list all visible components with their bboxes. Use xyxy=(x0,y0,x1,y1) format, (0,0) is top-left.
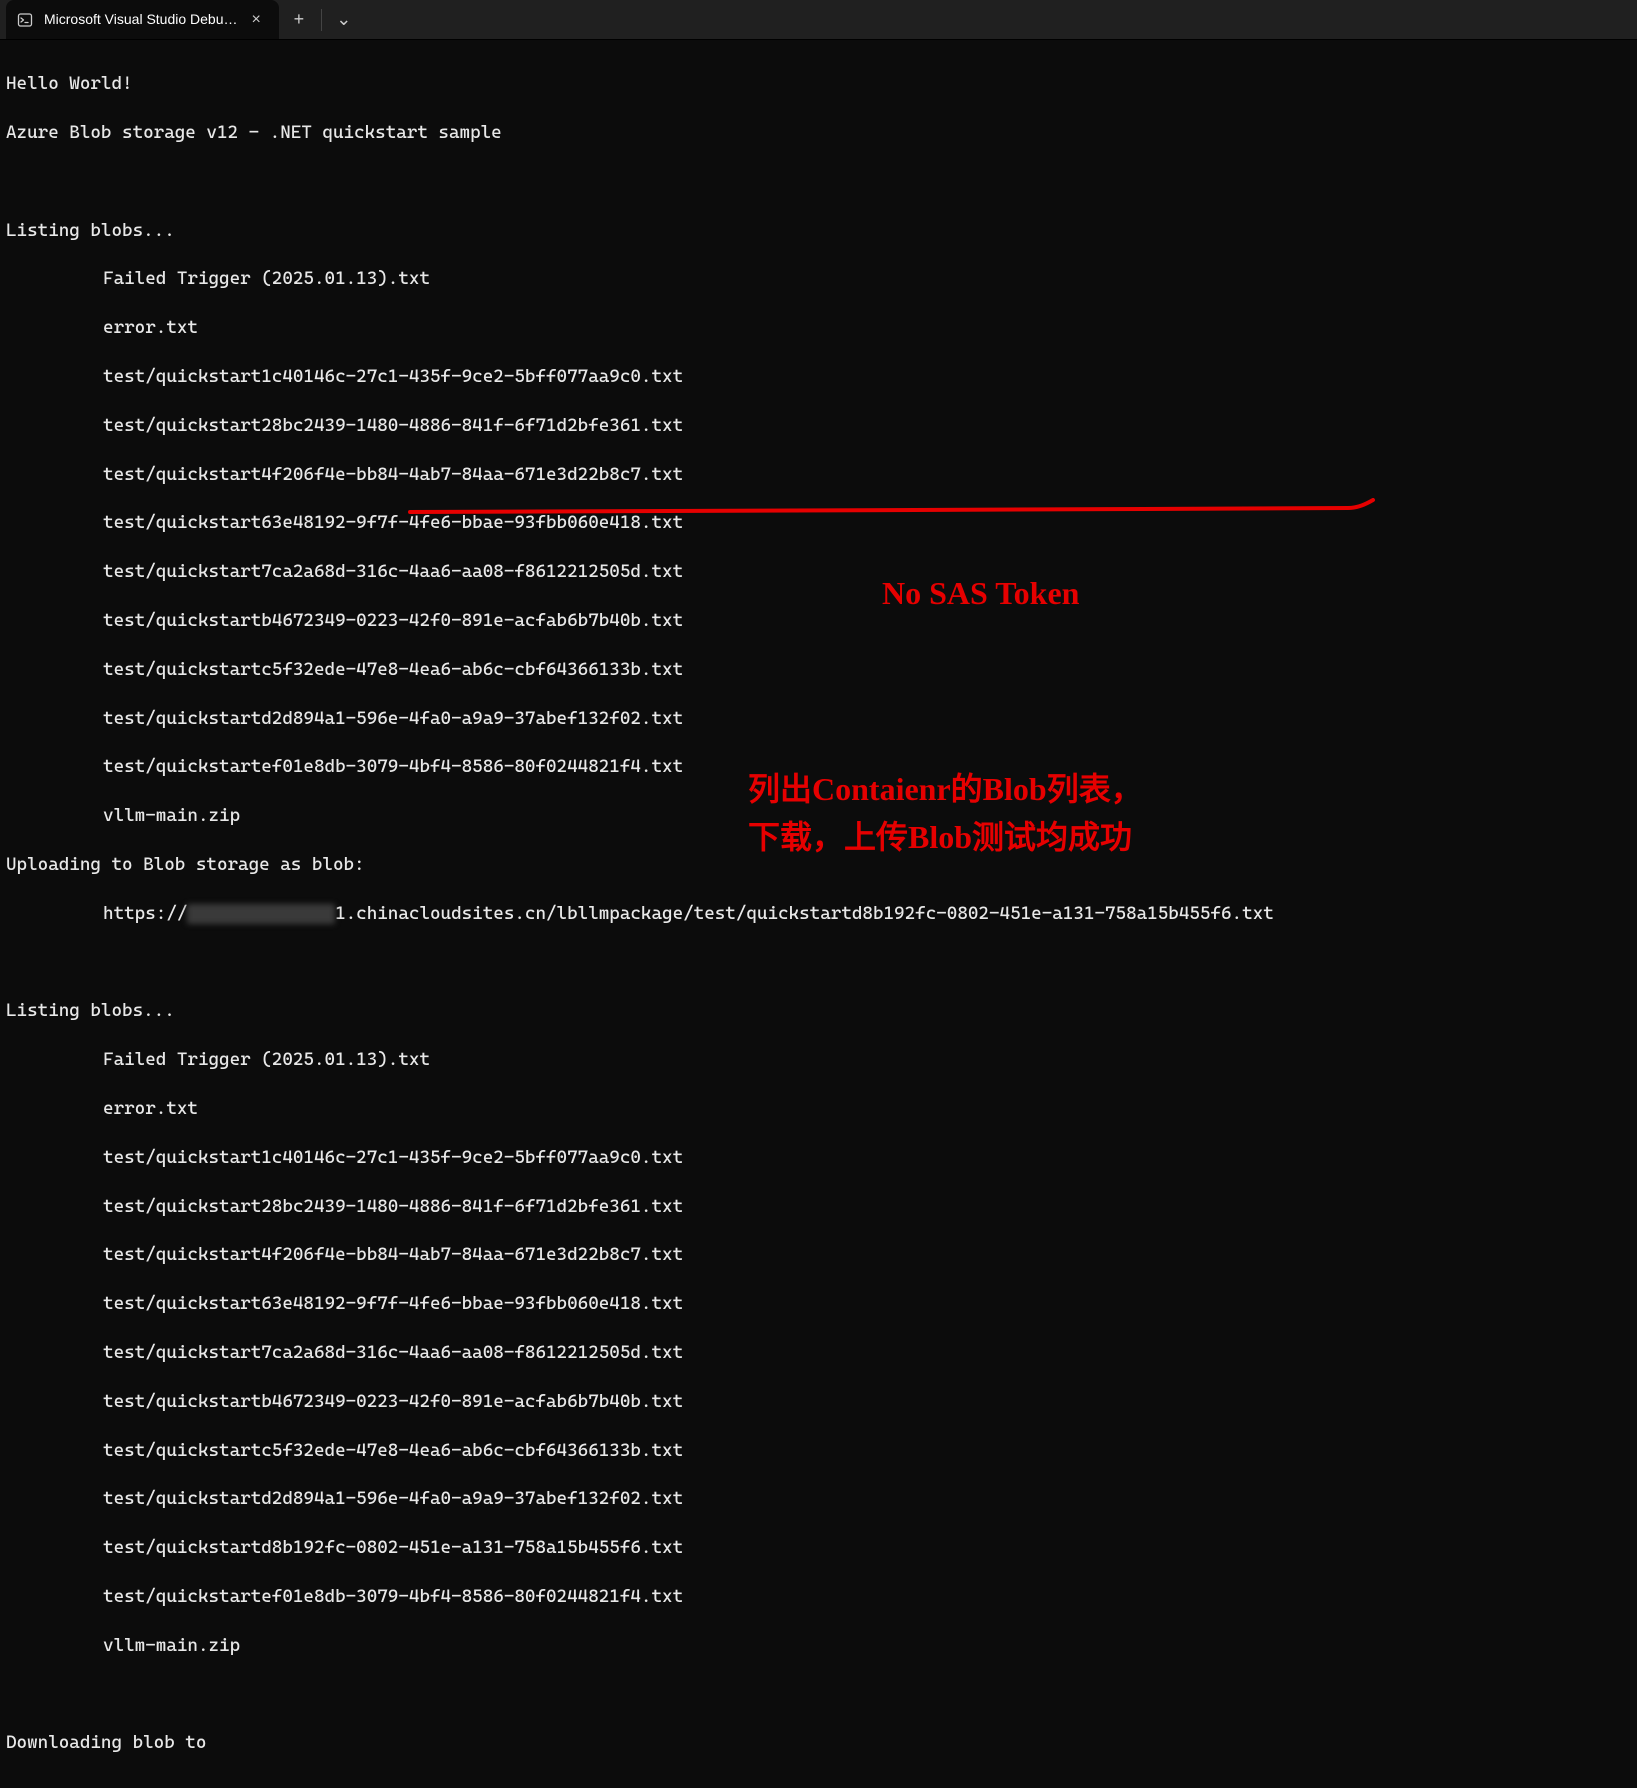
terminal-line: test/quickstartc5f32ede-47e8-4ea6-ab6c-c… xyxy=(6,1439,1631,1464)
terminal-line: vllm-main.zip xyxy=(6,1634,1631,1659)
terminal-line: Azure Blob storage v12 - .NET quickstart… xyxy=(6,121,1631,146)
terminal-line: Listing blobs... xyxy=(6,219,1631,244)
terminal-url-line: https:// 1.chinacloudsites.cn/lbllmpackag… xyxy=(6,902,1631,927)
terminal-line: test/quickstartd8b192fc-0802-451e-a131-7… xyxy=(6,1536,1631,1561)
terminal-line: test/quickstart28bc2439-1480-4886-841f-6… xyxy=(6,1195,1631,1220)
terminal-line: test/quickstart63e48192-9f7f-4fe6-bbae-9… xyxy=(6,1292,1631,1317)
tab-active[interactable]: Microsoft Visual Studio Debu… × xyxy=(6,0,279,39)
terminal-output[interactable]: Hello World! Azure Blob storage v12 - .N… xyxy=(0,40,1637,1788)
terminal-line: error.txt xyxy=(6,1097,1631,1122)
tab-title: Microsoft Visual Studio Debu… xyxy=(44,10,238,29)
terminal-line: test/quickstart4f206f4e-bb84-4ab7-84aa-6… xyxy=(6,1243,1631,1268)
redacted-host xyxy=(187,904,335,924)
terminal-line: Listing blobs... xyxy=(6,999,1631,1024)
new-tab-button[interactable]: + xyxy=(279,0,319,40)
terminal-line: test/quickstart7ca2a68d-316c-4aa6-aa08-f… xyxy=(6,560,1631,585)
terminal-line: Downloading blob to xyxy=(6,1731,1631,1756)
annotation-line: 列出Contaienr的Blob列表， xyxy=(748,765,1143,813)
annotation-chinese: 列出Contaienr的Blob列表， 下载，上传Blob测试均成功 xyxy=(748,765,1143,861)
terminal-line: test/quickstart4f206f4e-bb84-4ab7-84aa-6… xyxy=(6,463,1631,488)
terminal-line: Failed Trigger (2025.01.13).txt xyxy=(6,1048,1631,1073)
terminal-line: Failed Trigger (2025.01.13).txt xyxy=(6,267,1631,292)
terminal-line: test/quickstart28bc2439-1480-4886-841f-6… xyxy=(6,414,1631,439)
terminal-line: test/quickstartd2d894a1-596e-4fa0-a9a9-3… xyxy=(6,707,1631,732)
terminal-line: test/quickstart63e48192-9f7f-4fe6-bbae-9… xyxy=(6,511,1631,536)
url-suffix: 1.chinacloudsites.cn/lbllmpackage/test/q… xyxy=(335,903,1274,924)
terminal-blank xyxy=(6,951,1631,976)
terminal-line: test/quickstartd2d894a1-596e-4fa0-a9a9-3… xyxy=(6,1487,1631,1512)
terminal-line: test/quickstart7ca2a68d-316c-4aa6-aa08-f… xyxy=(6,1341,1631,1366)
tab-dropdown-button[interactable]: ⌄ xyxy=(324,0,364,40)
terminal-blank xyxy=(6,1683,1631,1708)
tab-bar: Microsoft Visual Studio Debu… × + ⌄ xyxy=(0,0,1637,40)
url-prefix: https:// xyxy=(103,903,187,924)
terminal-line xyxy=(6,170,1631,195)
terminal-line: test/quickstart1c40146c-27c1-435f-9ce2-5… xyxy=(6,1146,1631,1171)
terminal-line: test/quickstart1c40146c-27c1-435f-9ce2-5… xyxy=(6,365,1631,390)
terminal-icon xyxy=(16,11,34,29)
terminal-line: test/quickstartef01e8db-3079-4bf4-8586-8… xyxy=(6,1585,1631,1610)
terminal-line: test/quickstartc5f32ede-47e8-4ea6-ab6c-c… xyxy=(6,658,1631,683)
terminal-line: Hello World! xyxy=(6,72,1631,97)
tabbar-actions: + ⌄ xyxy=(279,0,364,39)
terminal-line: error.txt xyxy=(6,316,1631,341)
tabbar-divider xyxy=(321,9,322,31)
annotation-line: 下载，上传Blob测试均成功 xyxy=(748,813,1143,861)
terminal-line: test/quickstartb4672349-0223-42f0-891e-a… xyxy=(6,609,1631,634)
terminal-line: test/quickstartb4672349-0223-42f0-891e-a… xyxy=(6,1390,1631,1415)
annotation-no-sas: No SAS Token xyxy=(882,572,1079,615)
close-icon[interactable]: × xyxy=(248,9,265,31)
